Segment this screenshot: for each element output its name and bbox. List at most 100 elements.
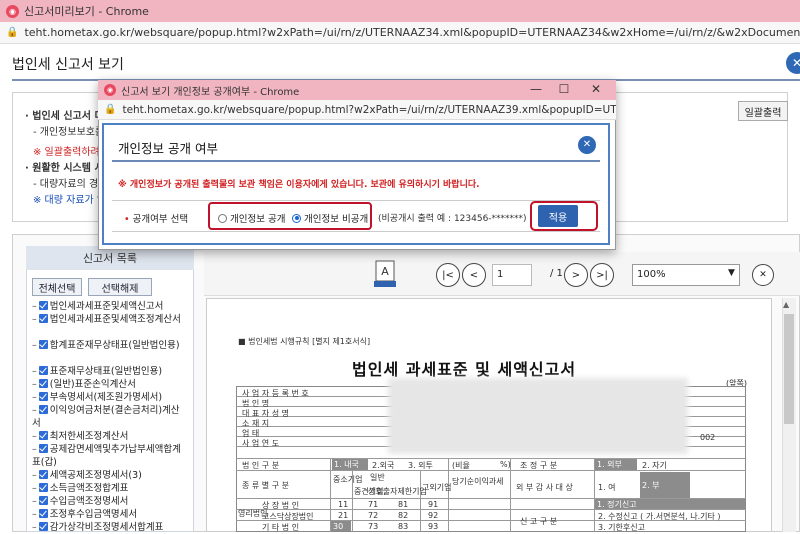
checkbox-checked-icon[interactable] (38, 431, 48, 440)
prev-page-button[interactable]: < (462, 263, 486, 287)
radio-unchecked-icon[interactable] (218, 213, 227, 223)
first-page-button[interactable]: |< (436, 263, 460, 287)
cell-value: 3. 기한후신고 (598, 523, 645, 532)
popup-title: 개인정보 공개 여부 (118, 141, 218, 156)
last-page-icon: >| (596, 269, 608, 281)
list-item[interactable]: – 법인세과세표준및세액신고서 (32, 300, 188, 313)
cell-selected: 1. 외부 (595, 459, 637, 470)
chevron-left-icon: < (469, 269, 479, 281)
checkbox-checked-icon[interactable] (38, 444, 48, 453)
checkbox-checked-icon[interactable] (38, 392, 48, 401)
cell-value: 2.외국 (372, 461, 395, 470)
notice-line-5: - 대량자료의 경우 (33, 179, 108, 190)
scrollbar-thumb[interactable] (784, 314, 794, 424)
lock-icon: 🔒 (104, 104, 117, 115)
radio-public[interactable]: 개인정보 공개 (218, 211, 285, 225)
page-title: 법인세 신고서 보기 (12, 57, 124, 73)
cell-value: 73 (368, 522, 379, 531)
list-item[interactable]: – 표준재무상태표(일반법인용) (32, 365, 188, 378)
viewer-close-icon[interactable]: ✕ (752, 264, 774, 286)
main-window-titlebar: ◉ 신고서미리보기 - Chrome (0, 0, 800, 22)
row-label: 코스닥상장법인 (262, 512, 314, 521)
cell-value: 일반 (370, 473, 385, 482)
checkbox-checked-icon[interactable] (38, 340, 48, 349)
list-item[interactable]: – 법인세과세표준및세액조정계산서 (32, 313, 188, 326)
cell-value: 81 (398, 500, 409, 509)
page-number-input[interactable]: 1 (492, 264, 532, 286)
checkbox-checked-icon[interactable] (38, 522, 48, 531)
list-item[interactable]: – 부속명세서(제조원가명세서) (32, 391, 188, 404)
redacted-area (388, 378, 688, 454)
list-item[interactable]: – 소득금액조정합계표 (32, 482, 188, 495)
checkbox-checked-icon[interactable] (38, 483, 48, 492)
main-url-text: teht.hometax.go.kr/websquare/popup.html?… (24, 26, 800, 39)
list-item[interactable]: – 세액공제조정명세서(3) (32, 469, 188, 482)
cell-selected: 30 (331, 521, 351, 531)
minimize-icon[interactable]: — (526, 82, 546, 96)
grid-line (236, 458, 746, 459)
popup-close-icon[interactable]: ✕ (578, 136, 596, 154)
chevron-down-icon: ▼ (728, 268, 735, 278)
cell-value: 조 정 구 분 (520, 461, 558, 470)
page-total: / 1 (550, 268, 563, 279)
list-item[interactable]: – (일반)표준손익계산서 (32, 378, 188, 391)
text-document-icon[interactable]: A (374, 260, 396, 288)
checkbox-checked-icon[interactable] (38, 470, 48, 479)
cell-value: 93 (428, 522, 439, 531)
maximize-icon[interactable]: ☐ (554, 82, 574, 96)
checkbox-checked-icon[interactable] (38, 379, 48, 388)
popup-window-title: 신고서 보기 개인정보 공개여부 - Chrome (121, 86, 300, 98)
cell-value: (비율 (452, 461, 470, 470)
masking-hint: (비공개시 출력 예 : 123456-*******) (378, 214, 527, 224)
list-item[interactable]: – 합계표준재무상태표(일반법인용) (32, 339, 188, 352)
checkbox-checked-icon[interactable] (38, 405, 48, 414)
list-item[interactable]: – 감가상각비조정명세서합계표 (32, 521, 188, 534)
cell-value: 92 (428, 511, 439, 520)
apply-button[interactable]: 적용 (538, 205, 578, 227)
row-label: 종 류 별 구 분 (242, 481, 289, 490)
close-window-icon[interactable]: ✕ (586, 82, 606, 96)
popup-url-text: teht.hometax.go.kr/websquare/popup.html?… (122, 103, 616, 116)
checkbox-checked-icon[interactable] (38, 496, 48, 505)
notice-line-2: - 개인정보보호를 (33, 127, 105, 138)
batch-print-button[interactable]: 일괄출력 (738, 101, 788, 121)
cell-value: 82 (398, 511, 409, 520)
cell-value: 상호출자제한기업 (368, 487, 427, 496)
grid-line (448, 458, 449, 532)
row-label: 기 타 법 인 (262, 523, 300, 532)
cell-value: 그외기업 (422, 483, 452, 492)
list-item[interactable]: – 공제감면세액및추가납부세액합계표(갑) (32, 443, 188, 469)
site-logo-icon: ◉ (6, 4, 19, 18)
main-address-bar[interactable]: 🔒 teht.hometax.go.kr/websquare/popup.htm… (0, 22, 800, 44)
cell-value: 당기순이익과세 (452, 477, 504, 486)
popup-title-divider (112, 160, 600, 162)
page-close-icon[interactable]: ✕ (786, 52, 800, 74)
zoom-select[interactable]: 100% (632, 264, 740, 286)
deselect-all-button[interactable]: 선택해제 (88, 278, 152, 296)
next-page-button[interactable]: > (564, 263, 588, 287)
list-item[interactable]: – 조정후수입금액명세서 (32, 508, 188, 521)
row-label: 상 장 법 인 (262, 501, 300, 510)
radio-private[interactable]: 개인정보 비공개 (292, 211, 368, 225)
list-item[interactable]: – 수입금액조정명세서 (32, 495, 188, 508)
scroll-up-icon[interactable]: ▲ (783, 300, 789, 309)
last-page-button[interactable]: >| (590, 263, 614, 287)
cell-value: 72 (368, 511, 379, 520)
cell-value: 외 부 감 사 대 상 (516, 483, 573, 492)
checkbox-checked-icon[interactable] (38, 314, 48, 323)
grid-line (236, 470, 746, 471)
radio-checked-icon[interactable] (292, 213, 301, 223)
list-item[interactable]: – 이익잉여금처분(결손금처리)계산서 (32, 404, 188, 430)
notice-line-1: · 법인세 신고서 미 (25, 111, 104, 122)
main-window-title: 신고서미리보기 - Chrome (24, 5, 149, 18)
lock-icon: 🔒 (6, 27, 19, 38)
checkbox-checked-icon[interactable] (38, 301, 48, 310)
checkbox-checked-icon[interactable] (38, 366, 48, 375)
list-item[interactable]: – 최저한세조정계산서 (32, 430, 188, 443)
checkbox-checked-icon[interactable] (38, 509, 48, 518)
cell-value: 신 고 구 분 (520, 517, 558, 526)
select-all-button[interactable]: 전체선택 (32, 278, 82, 296)
row-label: 사 업 연 도 (242, 439, 280, 448)
cell-selected: 1. 내국 (332, 459, 368, 470)
popup-address-bar[interactable]: 🔒 teht.hometax.go.kr/websquare/popup.htm… (98, 100, 616, 120)
